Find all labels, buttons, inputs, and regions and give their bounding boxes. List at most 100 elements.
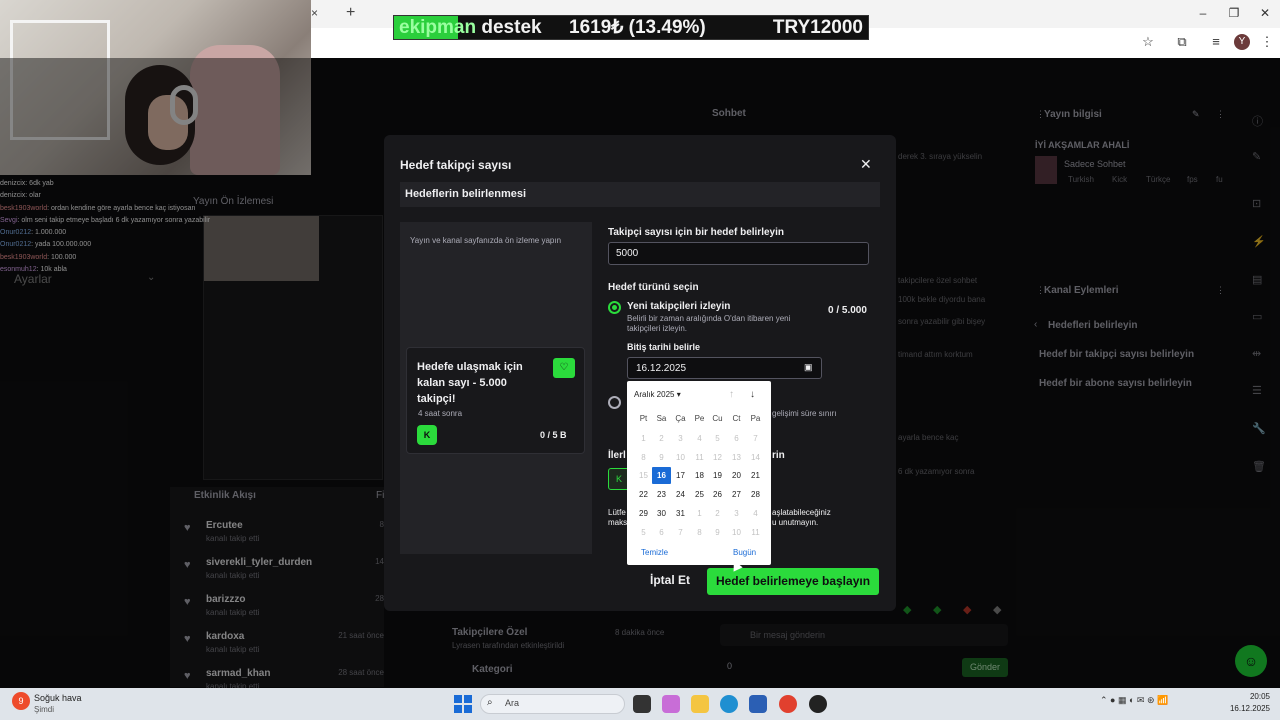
weekday-header: Cu — [712, 414, 723, 423]
calendar-day[interactable]: 3 — [727, 505, 746, 522]
browser-menu-icon[interactable]: ⋮ — [1259, 34, 1275, 50]
calendar-day[interactable]: 25 — [690, 486, 709, 503]
weekday-header: Pt — [639, 414, 648, 423]
close-icon[interactable]: ✕ — [860, 156, 872, 173]
calendar-day[interactable]: 27 — [727, 486, 746, 503]
goal-type-label: Hedef türünü seçin — [608, 282, 699, 293]
calendar-day[interactable]: 24 — [671, 486, 690, 503]
restore-icon[interactable]: ❐ — [1227, 6, 1241, 20]
donation-goal-overlay: ekipman destek 1619₺ (13.49%) TRY12000 — [393, 15, 869, 40]
calendar-day[interactable]: 17 — [671, 467, 690, 484]
calendar-day[interactable]: 9 — [652, 449, 671, 466]
arrow-up-icon[interactable]: ↑ — [729, 389, 734, 400]
weekday-header: Pe — [694, 414, 705, 423]
calendar-day[interactable]: 11 — [746, 524, 765, 541]
calendar-day[interactable]: 12 — [708, 449, 727, 466]
clock-time[interactable]: 20:05 — [1222, 692, 1270, 701]
arrow-down-icon[interactable]: ↓ — [750, 389, 755, 400]
cancel-button[interactable]: İptal Et — [650, 573, 690, 587]
calendar-day[interactable]: 9 — [708, 524, 727, 541]
calendar-day[interactable]: 5 — [708, 430, 727, 447]
calendar-day[interactable]: 2 — [652, 430, 671, 447]
month-selector[interactable]: Aralık 2025 ▾ — [634, 390, 681, 399]
calendar-day[interactable]: 10 — [671, 449, 690, 466]
calendar-day[interactable]: 26 — [708, 486, 727, 503]
total-followers-radio[interactable] — [608, 396, 621, 409]
start-goal-button[interactable]: Hedef belirlemeye başlayın — [707, 568, 879, 595]
copilot-icon[interactable] — [662, 695, 680, 713]
profile-avatar[interactable]: Y — [1234, 34, 1250, 50]
chrome-icon[interactable] — [779, 695, 797, 713]
goal-card-time: 4 saat sonra — [418, 409, 463, 418]
calendar-day[interactable]: 5 — [634, 524, 653, 541]
calendar-day[interactable]: 22 — [634, 486, 653, 503]
calendar-day[interactable]: 4 — [690, 430, 709, 447]
obs-icon[interactable] — [809, 695, 827, 713]
kick-logo-icon: K — [417, 425, 437, 445]
calendar-day[interactable]: 8 — [634, 449, 653, 466]
end-date-input[interactable]: 16.12.2025 — [627, 357, 822, 379]
clear-date-button[interactable]: Temizle — [641, 548, 668, 557]
taskbar-search[interactable]: Ara — [480, 694, 625, 714]
calendar-day[interactable]: 16 — [652, 467, 671, 485]
calendar-day[interactable]: 23 — [652, 486, 671, 503]
weather-icon[interactable]: 9 — [12, 692, 30, 710]
calendar-day[interactable]: 31 — [671, 505, 690, 522]
calendar-day[interactable]: 1 — [690, 505, 709, 522]
goal-progress-text: 1619₺ (13.49%) — [569, 17, 706, 38]
note-text-tail: aşlatabileceğiniz u unutmayın. — [772, 508, 831, 527]
calendar-day[interactable]: 29 — [634, 505, 653, 522]
end-date-label: Bitiş tarihi belirle — [627, 342, 701, 352]
new-followers-radio[interactable] — [608, 301, 621, 314]
store-icon[interactable] — [749, 695, 767, 713]
new-followers-count: 0 / 5.000 — [828, 305, 867, 316]
calendar-day[interactable]: 8 — [690, 524, 709, 541]
tab-close-icon[interactable]: × — [311, 6, 318, 20]
new-followers-desc: Belirli bir zaman aralığında O'dan itiba… — [627, 314, 791, 333]
clock-date[interactable]: 16.12.2025 — [1222, 704, 1270, 713]
calendar-day[interactable]: 4 — [746, 505, 765, 522]
calendar-day[interactable]: 19 — [708, 467, 727, 484]
calendar-day[interactable]: 7 — [746, 430, 765, 447]
goal-name-rest: destek — [476, 16, 542, 38]
bookmark-star-icon[interactable]: ☆ — [1140, 34, 1156, 50]
calendar-day[interactable]: 21 — [746, 467, 765, 484]
calendar-day[interactable]: 10 — [727, 524, 746, 541]
weather-title[interactable]: Soğuk hava — [34, 693, 82, 703]
window-close-icon[interactable]: ✕ — [1258, 6, 1272, 20]
calendar-day[interactable]: 18 — [690, 467, 709, 484]
calendar-day[interactable]: 28 — [746, 486, 765, 503]
system-tray[interactable]: ⌃ ● ▦ ◐ ✉ ⊛ 📶 — [1100, 695, 1168, 706]
calendar-icon[interactable]: ▣ — [804, 362, 813, 373]
today-button[interactable]: Bugün — [733, 548, 756, 557]
modal-section-header: Hedeflerin belirlenmesi — [400, 182, 880, 207]
extensions-icon[interactable]: ⧉ — [1174, 34, 1190, 50]
minimize-icon[interactable]: – — [1196, 6, 1210, 20]
calendar-day[interactable]: 7 — [671, 524, 690, 541]
edge-icon[interactable] — [720, 695, 738, 713]
app-icon[interactable] — [633, 695, 651, 713]
note-text: Lütfe maks — [608, 508, 628, 527]
goal-name-highlight: ekipman — [399, 16, 477, 38]
calendar-day[interactable]: 1 — [634, 430, 653, 447]
calendar-day[interactable]: 13 — [727, 449, 746, 466]
calendar-day[interactable]: 30 — [652, 505, 671, 522]
file-explorer-icon[interactable] — [691, 695, 709, 713]
new-tab-button[interactable]: + — [346, 4, 355, 22]
calendar-day[interactable]: 14 — [746, 449, 765, 466]
goal-name: ekipman destek — [399, 17, 559, 39]
calendar-day[interactable]: 20 — [727, 467, 746, 484]
weekday-header: Ça — [675, 414, 686, 423]
new-followers-label[interactable]: Yeni takipçileri izleyin — [627, 301, 730, 312]
calendar-day[interactable]: 11 — [690, 449, 709, 466]
calendar-day[interactable]: 15 — [634, 467, 653, 484]
media-controls-icon[interactable]: ≡ — [1208, 34, 1224, 49]
windows-start-icon[interactable] — [454, 695, 472, 713]
calendar-day[interactable]: 2 — [708, 505, 727, 522]
total-followers-desc: gelişimi süre sınırı — [772, 409, 837, 418]
calendar-day[interactable]: 6 — [652, 524, 671, 541]
calendar-day[interactable]: 3 — [671, 430, 690, 447]
weekday-header: Sa — [656, 414, 667, 423]
goal-amount-input[interactable] — [608, 242, 869, 265]
calendar-day[interactable]: 6 — [727, 430, 746, 447]
